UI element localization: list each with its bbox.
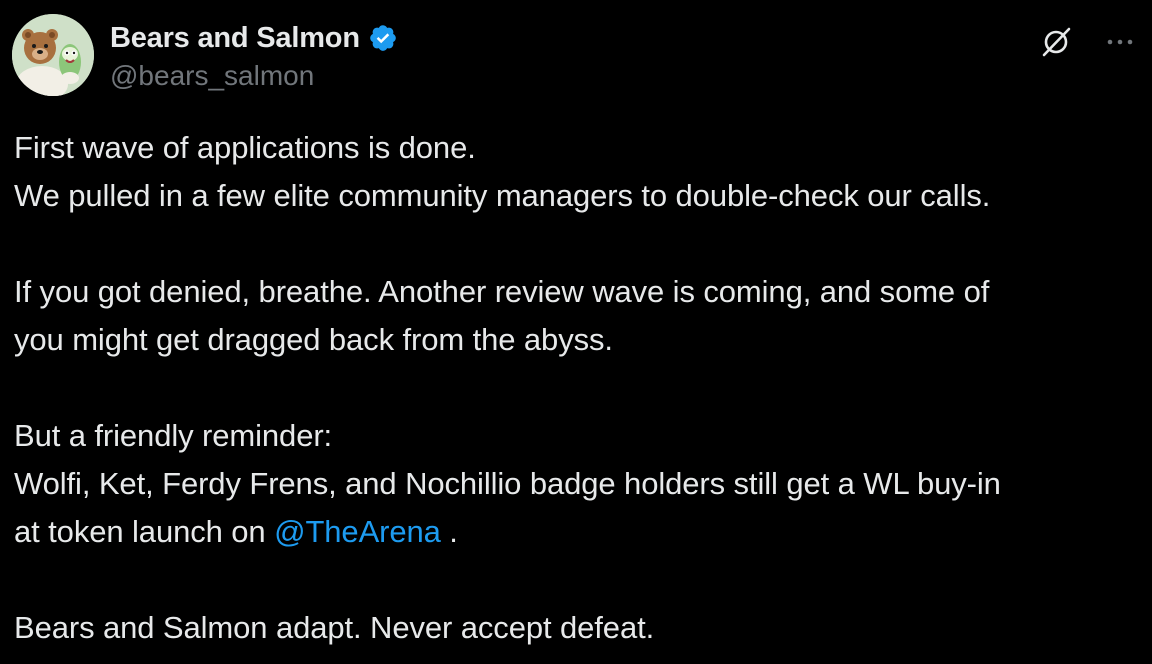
text-line: We pulled in a few elite community manag… <box>14 178 991 213</box>
text-segment: . <box>440 514 458 549</box>
tweet-text: First wave of applications is done. We p… <box>14 124 1138 652</box>
bear-and-salmon-avatar-icon <box>12 14 94 96</box>
handle[interactable]: @bears_salmon <box>110 60 398 92</box>
text-line: at token launch on @TheArena . <box>14 508 1138 556</box>
more-icon[interactable] <box>1102 24 1138 60</box>
text-segment: at token launch on <box>14 514 275 549</box>
text-line: If you got denied, breathe. Another revi… <box>14 274 990 309</box>
text-line: Wolfi, Ket, Ferdy Frens, and Nochillio b… <box>14 466 1001 501</box>
text-line: First wave of applications is done. <box>14 130 476 165</box>
mention-link[interactable]: @TheArena <box>274 514 441 549</box>
grok-icon[interactable] <box>1038 24 1074 60</box>
display-name[interactable]: Bears and Salmon <box>110 22 360 55</box>
paragraph: First wave of applications is done. We p… <box>14 124 1138 220</box>
paragraph: If you got denied, breathe. Another revi… <box>14 268 1138 364</box>
paragraph: But a friendly reminder: Wolfi, Ket, Fer… <box>14 412 1138 556</box>
text-line: you might get dragged back from the abys… <box>14 322 613 357</box>
paragraph: Bears and Salmon adapt. Never accept def… <box>14 604 1138 652</box>
display-name-row: Bears and Salmon <box>110 18 398 58</box>
text-line: Bears and Salmon adapt. Never accept def… <box>14 610 655 645</box>
author-info: Bears and Salmon @bears_salmon <box>110 18 398 92</box>
verified-badge-icon <box>368 23 398 53</box>
tweet: Bears and Salmon @bears_salmon First wav… <box>0 0 1152 664</box>
text-line: But a friendly reminder: <box>14 418 333 453</box>
avatar[interactable] <box>12 14 94 96</box>
tweet-header: Bears and Salmon @bears_salmon <box>12 14 1140 98</box>
